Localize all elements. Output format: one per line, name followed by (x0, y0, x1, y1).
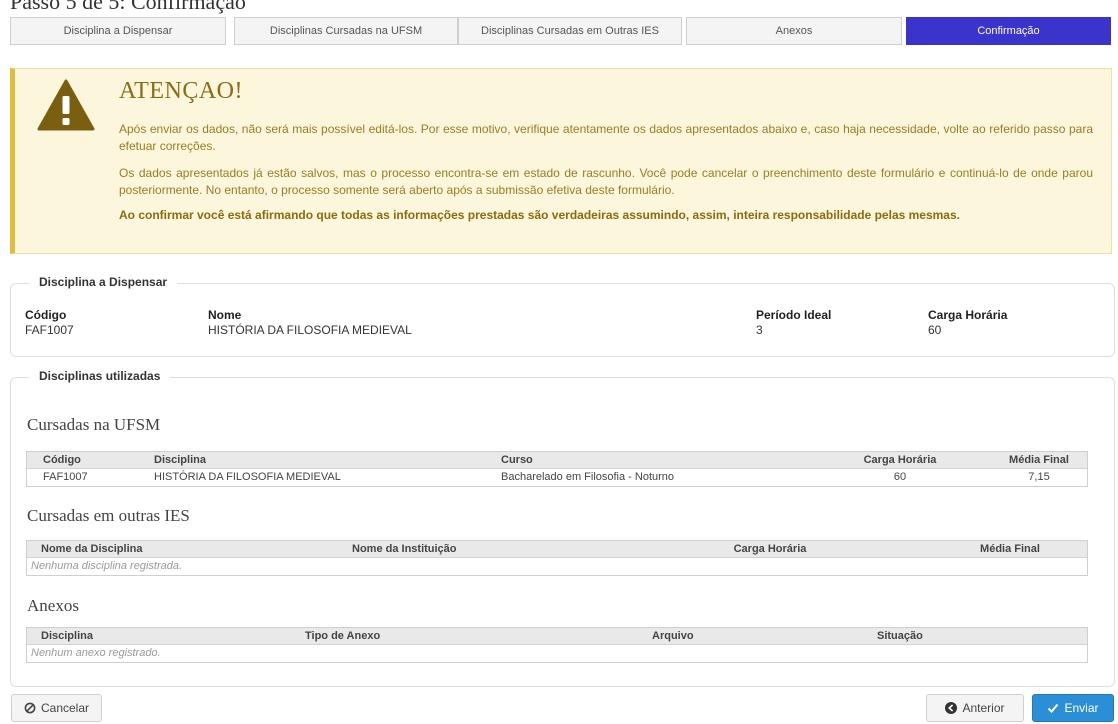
warning-alert: ATENÇAO! Após enviar os dados, não será … (10, 68, 1112, 254)
column-header: Código (43, 454, 81, 466)
column-header: Média Final (980, 543, 1040, 555)
send-button-label: Enviar (1064, 701, 1099, 715)
column-header: Carga Horária (733, 543, 807, 555)
column-header: Média Final (1009, 454, 1069, 466)
section-title-anexos: Anexos (27, 596, 79, 615)
wizard-steps: Disciplina a Dispensar Disciplinas Cursa… (10, 17, 1111, 45)
alert-confirmation-statement: Ao confirmar você está afirmando que tod… (119, 208, 960, 222)
page-title: Passo 5 de 5: Confirmação (10, 0, 246, 14)
column-header: Disciplina (154, 454, 206, 466)
disciplina-a-dispensar-fieldset: Disciplina a Dispensar Código FAF1007 No… (10, 275, 1115, 357)
carga-horaria-value: 60 (928, 323, 942, 337)
step-disciplinas-cursadas-ufsm[interactable]: Disciplinas Cursadas na UFSM (234, 17, 458, 45)
codigo-label: Código (25, 308, 67, 322)
disciplinas-utilizadas-fieldset: Disciplinas utilizadas Cursadas na UFSM … (10, 369, 1115, 687)
empty-message: Nenhum anexo registrado. (31, 647, 161, 659)
table-row: FAF1007 HISTÓRIA DA FILOSOFIA MEDIEVAL B… (27, 469, 1087, 486)
alert-paragraph: Após enviar os dados, não será mais poss… (119, 122, 1093, 153)
column-header: Situação (877, 630, 923, 642)
carga-horaria-label: Carga Horária (928, 308, 1008, 322)
arrow-left-circle-icon (945, 702, 958, 714)
table-header: Disciplina Tipo de Anexo Arquivo Situaçã… (27, 628, 1087, 645)
alert-title: ATENÇAO! (119, 78, 243, 104)
step-confirmacao[interactable]: Confirmação (906, 17, 1111, 45)
fieldset-legend: Disciplinas utilizadas (29, 369, 171, 383)
column-header: Carga Horária (863, 454, 937, 466)
table-cell: FAF1007 (43, 471, 88, 483)
column-header: Disciplina (41, 630, 93, 642)
check-icon (1047, 702, 1059, 714)
previous-button[interactable]: Anterior (926, 694, 1024, 722)
ban-icon (24, 702, 36, 714)
anexos-table: Disciplina Tipo de Anexo Arquivo Situaçã… (26, 627, 1088, 663)
table-cell: 7,15 (1028, 471, 1050, 483)
section-title-outras-ies: Cursadas em outras IES (27, 506, 190, 525)
step-disciplina-a-dispensar[interactable]: Disciplina a Dispensar (10, 17, 226, 45)
periodo-ideal-label: Período Ideal (756, 308, 832, 322)
section-title-ufsm: Cursadas na UFSM (27, 415, 161, 434)
empty-message: Nenhuma disciplina registrada. (31, 560, 183, 572)
warning-icon (37, 79, 95, 131)
cancel-button[interactable]: Cancelar (11, 694, 102, 722)
nome-label: Nome (208, 308, 242, 322)
table-row: Nenhuma disciplina registrada. (27, 558, 1087, 575)
column-header: Tipo de Anexo (305, 630, 381, 642)
cancel-button-label: Cancelar (40, 701, 90, 715)
fieldset-legend: Disciplina a Dispensar (29, 275, 178, 289)
nome-value: HISTÓRIA DA FILOSOFIA MEDIEVAL (208, 323, 412, 337)
column-header: Curso (501, 454, 533, 466)
ufsm-table: Código Disciplina Curso Carga Horária Mé… (26, 451, 1088, 487)
table-cell: Bacharelado em Filosofia - Noturno (501, 471, 675, 483)
codigo-value: FAF1007 (25, 323, 74, 337)
column-header: Nome da Disciplina (41, 543, 143, 555)
periodo-ideal-value: 3 (756, 323, 763, 337)
table-header: Código Disciplina Curso Carga Horária Mé… (27, 452, 1087, 469)
column-header: Arquivo (652, 630, 694, 642)
outras-ies-table: Nome da Disciplina Nome da Instituição C… (26, 540, 1088, 576)
alert-paragraph: Os dados apresentados já estão salvos, m… (119, 166, 1093, 197)
table-header: Nome da Disciplina Nome da Instituição C… (27, 541, 1087, 558)
table-row: Nenhum anexo registrado. (27, 645, 1087, 662)
table-cell: 60 (893, 471, 907, 483)
table-cell: HISTÓRIA DA FILOSOFIA MEDIEVAL (154, 471, 341, 483)
send-button[interactable]: Enviar (1032, 694, 1114, 722)
column-header: Nome da Instituição (352, 543, 457, 555)
step-disciplinas-cursadas-outras-ies[interactable]: Disciplinas Cursadas em Outras IES (458, 17, 682, 45)
previous-button-label: Anterior (962, 701, 1005, 715)
step-anexos[interactable]: Anexos (686, 17, 902, 45)
